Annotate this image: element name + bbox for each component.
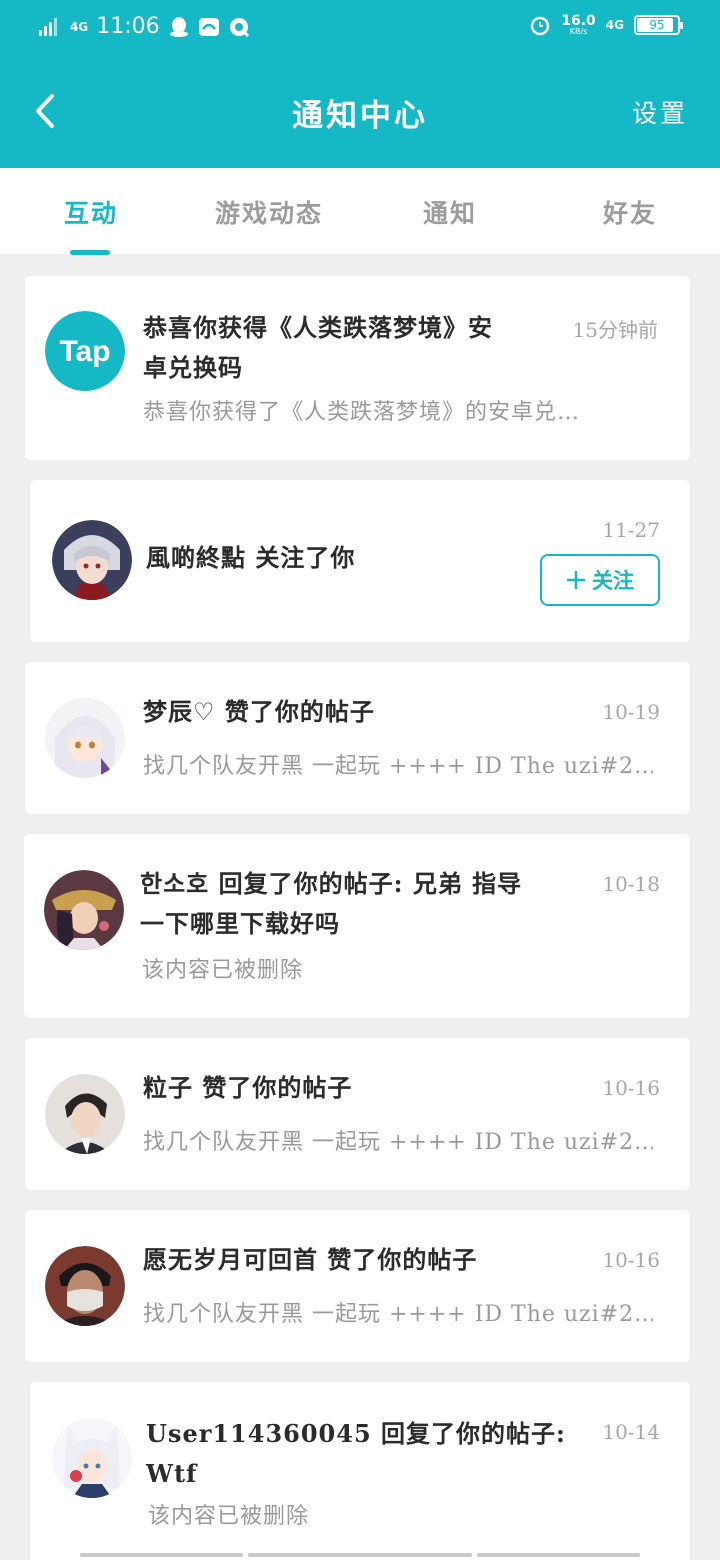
notification-card[interactable]: 風啲終點 关注了你 11-27 关注 bbox=[30, 480, 690, 642]
notification-preview: 该内容已被删除 bbox=[142, 958, 304, 983]
network-speed: 16.0 KB/s bbox=[561, 13, 596, 36]
network-type-secondary: 4G bbox=[605, 18, 624, 32]
notification-card[interactable]: 愿无岁月可回首 赞了你的帖子 找几个队友开黑 一起玩 ++++ ID The u… bbox=[25, 1210, 690, 1362]
user-avatar[interactable] bbox=[44, 870, 124, 950]
notification-preview: 找几个队友开黑 一起玩 ++++ ID The uzi#2… bbox=[143, 1302, 653, 1327]
notification-time: 10-19 bbox=[602, 700, 660, 724]
notification-card[interactable]: Tap 恭喜你获得《人类跌落梦境》安 卓兑换码 恭喜你获得了《人类跌落梦境》的安… bbox=[25, 276, 690, 460]
notification-title: User114360045 回复了你的帖子: Wtf bbox=[146, 1419, 566, 1488]
qq-icon bbox=[169, 16, 188, 37]
taptap-logo-avatar: Tap bbox=[45, 311, 125, 391]
tab-game-news[interactable]: 游戏动态 bbox=[215, 194, 323, 230]
notification-preview: 找几个队友开黑 一起玩 ++++ ID The uzi#2… bbox=[143, 754, 653, 779]
battery-indicator: 95 bbox=[634, 15, 683, 35]
user-avatar[interactable] bbox=[52, 520, 132, 600]
notification-title: 愿无岁月可回首 赞了你的帖子 bbox=[143, 1245, 478, 1274]
status-time: 11:06 bbox=[96, 14, 160, 39]
signal-icon bbox=[39, 17, 57, 36]
user-name[interactable]: 粒子 bbox=[143, 1073, 193, 1102]
scroll-indicator bbox=[477, 1553, 640, 1557]
user-avatar[interactable] bbox=[45, 1074, 125, 1154]
user-avatar[interactable] bbox=[45, 698, 125, 778]
alarm-icon bbox=[531, 16, 550, 36]
notification-preview: 该内容已被删除 bbox=[148, 1504, 310, 1529]
user-avatar[interactable] bbox=[45, 1246, 125, 1326]
app-header: 通知中心 设置 bbox=[0, 56, 720, 168]
tab-notices[interactable]: 通知 bbox=[423, 194, 477, 230]
notification-card[interactable]: 梦辰♡ 赞了你的帖子 找几个队友开黑 一起玩 ++++ ID The uzi#2… bbox=[25, 662, 690, 814]
network-type: 4G bbox=[70, 19, 89, 34]
notification-title: 한소호 回复了你的帖子: 兄弟 指导 一下哪里下载好吗 bbox=[140, 869, 523, 938]
user-avatar[interactable] bbox=[52, 1418, 132, 1498]
user-name[interactable]: User114360045 bbox=[146, 1419, 372, 1448]
notification-title: 恭喜你获得《人类跌落梦境》安 卓兑换码 bbox=[143, 313, 493, 382]
notification-card[interactable]: 한소호 回复了你的帖子: 兄弟 指导 一下哪里下载好吗 该内容已被删除 10-1… bbox=[24, 834, 690, 1018]
user-name[interactable]: 愿无岁月可回首 bbox=[143, 1245, 318, 1274]
follow-button[interactable]: 关注 bbox=[540, 554, 660, 606]
notification-card[interactable]: User114360045 回复了你的帖子: Wtf 该内容已被删除 10-14 bbox=[30, 1382, 690, 1560]
settings-button[interactable]: 设置 bbox=[632, 94, 688, 130]
tab-bar: 互动 游戏动态 通知 好友 bbox=[0, 168, 720, 255]
browser-icon bbox=[229, 17, 249, 37]
scroll-indicator bbox=[248, 1553, 472, 1557]
svg-text:Tap: Tap bbox=[59, 335, 110, 368]
notification-time: 15分钟前 bbox=[572, 318, 658, 342]
tab-friends[interactable]: 好友 bbox=[603, 194, 657, 230]
user-name[interactable]: 한소호 bbox=[140, 869, 209, 898]
notification-card[interactable]: 粒子 赞了你的帖子 找几个队友开黑 一起玩 ++++ ID The uzi#2…… bbox=[25, 1038, 690, 1190]
notification-time: 10-16 bbox=[602, 1248, 660, 1272]
notification-preview: 恭喜你获得了《人类跌落梦境》的安卓兑… bbox=[143, 400, 581, 425]
notification-time: 10-14 bbox=[602, 1420, 660, 1444]
notification-title: 粒子 赞了你的帖子 bbox=[143, 1073, 353, 1102]
scroll-indicator bbox=[80, 1553, 243, 1557]
user-name[interactable]: 梦辰♡ bbox=[143, 697, 216, 726]
notification-title: 梦辰♡ 赞了你的帖子 bbox=[143, 697, 375, 726]
tab-indicator bbox=[70, 250, 110, 255]
notification-time: 10-16 bbox=[602, 1076, 660, 1100]
user-name[interactable]: 風啲終點 bbox=[146, 543, 246, 572]
tab-interaction[interactable]: 互动 bbox=[64, 194, 118, 230]
notification-title: 風啲終點 关注了你 bbox=[146, 543, 356, 572]
plus-icon bbox=[566, 570, 586, 590]
notification-time: 10-18 bbox=[602, 872, 660, 896]
page-title: 通知中心 bbox=[292, 98, 428, 134]
notification-time: 11-27 bbox=[602, 518, 660, 542]
notification-preview: 找几个队友开黑 一起玩 ++++ ID The uzi#2… bbox=[143, 1130, 653, 1155]
weibo-icon bbox=[198, 17, 219, 36]
status-bar: 4G 11:06 16.0 KB/s 4G 95 bbox=[0, 0, 720, 56]
